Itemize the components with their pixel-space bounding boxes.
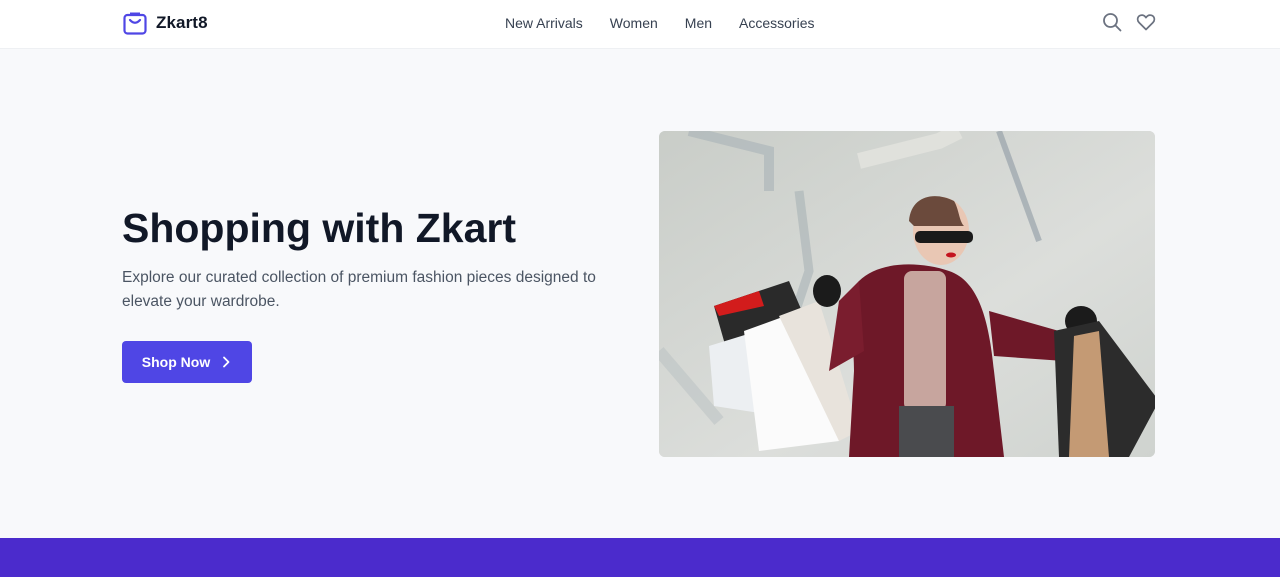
- nav-item-women[interactable]: Women: [610, 14, 658, 32]
- logo[interactable]: Zkart8: [122, 9, 208, 37]
- hero-image: [659, 131, 1155, 457]
- nav-item-accessories[interactable]: Accessories: [739, 14, 814, 32]
- promo-band: [0, 538, 1280, 577]
- shop-now-button[interactable]: Shop Now: [122, 341, 252, 383]
- brand-name: Zkart8: [156, 13, 208, 32]
- hero-description: Explore our curated collection of premiu…: [122, 269, 596, 310]
- site-header: Zkart8 New Arrivals Women Men Accessorie…: [0, 0, 1280, 49]
- search-icon[interactable]: [1102, 12, 1122, 32]
- shopping-bag-icon: [123, 12, 147, 35]
- hero-title: Shopping with Zkart: [122, 205, 517, 251]
- shop-now-label: Shop Now: [141, 354, 211, 370]
- nav-item-men[interactable]: Men: [685, 14, 712, 32]
- nav-item-new-arrivals[interactable]: New Arrivals: [505, 14, 583, 32]
- chevron-right-icon: [223, 356, 230, 368]
- main-nav: New Arrivals Women Men Accessories: [505, 14, 814, 32]
- header-actions: [1102, 12, 1156, 32]
- heart-icon[interactable]: [1136, 12, 1156, 32]
